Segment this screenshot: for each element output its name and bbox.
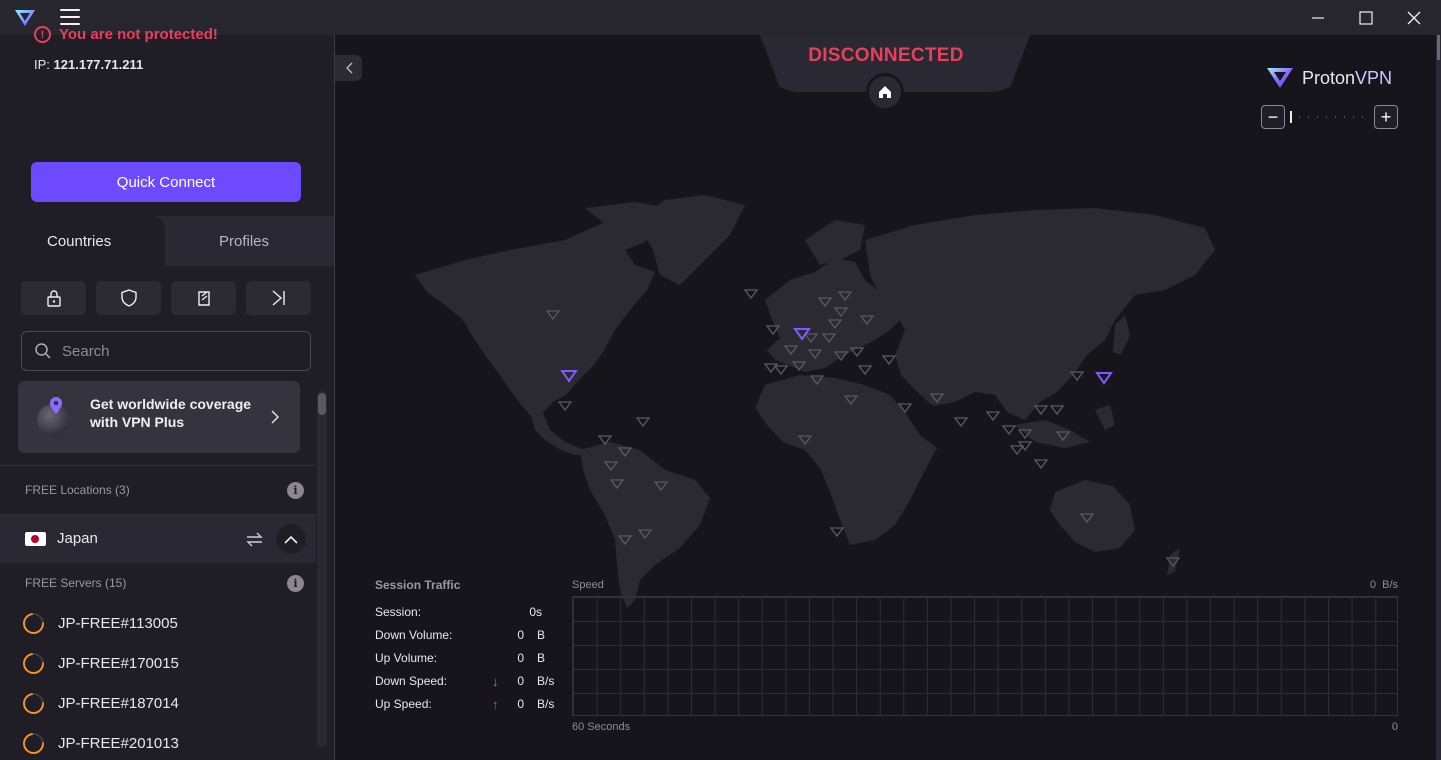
zoom-track[interactable] <box>1290 116 1370 118</box>
server-load-icon <box>18 608 49 638</box>
close-icon <box>1407 11 1421 24</box>
tab-countries-label[interactable]: Countries <box>47 233 111 250</box>
p2p-filter-button[interactable] <box>246 281 311 315</box>
speed-graph <box>572 596 1398 716</box>
window-scrollbar-thumb[interactable] <box>1437 35 1440 60</box>
reconnect-icon[interactable] <box>245 531 264 548</box>
hamburger-menu-icon[interactable] <box>60 9 80 27</box>
server-row[interactable]: JP-FREE#187014 <box>18 688 313 718</box>
tor-icon <box>197 291 210 306</box>
sidebar-scrollbar-thumb[interactable] <box>318 393 326 415</box>
filter-bar <box>21 281 311 315</box>
chevron-left-icon <box>345 62 352 74</box>
globe-pin-icon <box>37 397 69 436</box>
traffic-row-down-volume: Down Volume: 0 B <box>375 628 546 642</box>
chevron-right-icon <box>271 410 280 424</box>
ip-value: 121.177.71.211 <box>53 57 144 72</box>
sidebar-scrollbar[interactable] <box>317 391 327 747</box>
zoom-control: − + <box>1261 105 1398 129</box>
server-load-icon <box>18 688 49 718</box>
chevron-up-icon <box>284 535 298 544</box>
world-map[interactable] <box>335 180 1441 620</box>
search-icon <box>35 343 51 359</box>
proton-vpn-logo-icon <box>1267 68 1293 88</box>
window-scrollbar[interactable] <box>1436 35 1441 760</box>
brand-logo: ProtonVPN <box>1266 66 1392 90</box>
upsell-text: Get worldwide coverage with VPN Plus <box>90 396 252 430</box>
server-row[interactable]: JP-FREE#170015 <box>18 648 313 678</box>
minimize-icon <box>1312 16 1324 19</box>
zoom-slider-handle[interactable] <box>1290 111 1292 123</box>
ip-address: IP: 121.177.71.211 <box>34 57 143 72</box>
server-load-icon <box>18 648 49 678</box>
netshield-filter-button[interactable] <box>96 281 161 315</box>
server-row[interactable]: JP-FREE#201013 <box>18 728 313 758</box>
free-locations-header: FREE Locations (3) <box>25 483 130 497</box>
tor-filter-button[interactable] <box>171 281 236 315</box>
proton-logo-icon <box>15 10 35 26</box>
maximize-icon <box>1359 10 1373 25</box>
traffic-row-up-volume: Up Volume: 0 B <box>375 651 546 665</box>
traffic-row-session: Session: 0s <box>375 605 542 619</box>
graph-x-end: 0 <box>1391 721 1398 733</box>
warning-text: You are not protected! <box>59 26 218 43</box>
lock-icon <box>46 290 61 307</box>
down-arrow-icon: ↓ <box>492 674 499 689</box>
info-icon[interactable]: i <box>287 482 304 499</box>
quick-connect-button[interactable]: Quick Connect <box>31 162 301 202</box>
shield-icon <box>120 289 137 307</box>
zoom-in-button[interactable]: + <box>1374 105 1398 129</box>
maximize-button[interactable] <box>1343 0 1389 35</box>
server-name: JP-FREE#187014 <box>58 694 179 712</box>
graph-x-start: 60 Seconds <box>572 721 631 733</box>
brand-name-vpn: VPN <box>1355 67 1393 88</box>
collapse-sidebar-button[interactable] <box>335 55 362 81</box>
protection-warning: ! You are not protected! <box>34 26 218 43</box>
info-icon[interactable]: i <box>287 575 304 592</box>
japan-flag-icon <box>25 532 46 546</box>
server-load-icon <box>18 728 49 758</box>
session-traffic-title: Session Traffic <box>375 578 461 592</box>
speed-value: 0 B/s <box>1369 579 1398 591</box>
divider <box>0 465 316 466</box>
minimize-button[interactable] <box>1295 0 1341 35</box>
close-button[interactable] <box>1391 0 1437 35</box>
home-icon <box>879 86 891 98</box>
p2p-icon <box>272 290 285 306</box>
collapse-country-button[interactable] <box>276 524 306 554</box>
search-box[interactable] <box>21 331 311 371</box>
tab-profiles[interactable]: Profiles <box>219 233 269 250</box>
country-name: Japan <box>57 530 98 547</box>
server-name: JP-FREE#170015 <box>58 654 179 672</box>
connection-status: DISCONNECTED <box>808 45 964 66</box>
secure-core-filter-button[interactable] <box>21 281 86 315</box>
traffic-row-up-speed: Up Speed: ↑ 0 B/s <box>375 697 555 712</box>
speed-label: Speed <box>572 579 604 591</box>
alert-icon: ! <box>34 26 51 43</box>
server-name: JP-FREE#201013 <box>58 734 179 752</box>
home-button[interactable] <box>866 73 904 111</box>
up-arrow-icon: ↑ <box>492 697 499 712</box>
zoom-out-button[interactable]: − <box>1261 105 1285 129</box>
brand-name-proton: Proton <box>1302 67 1356 88</box>
server-row[interactable]: JP-FREE#113005 <box>18 608 313 638</box>
upsell-banner[interactable]: Get worldwide coverage with VPN Plus <box>18 381 300 453</box>
ip-label: IP: <box>34 57 50 72</box>
country-row-japan[interactable]: Japan <box>0 515 316 563</box>
traffic-row-down-speed: Down Speed: ↓ 0 B/s <box>375 674 555 689</box>
search-input[interactable] <box>62 342 282 360</box>
free-servers-header: FREE Servers (15) <box>25 576 127 590</box>
server-name: JP-FREE#113005 <box>58 614 178 632</box>
continents <box>415 195 1215 608</box>
